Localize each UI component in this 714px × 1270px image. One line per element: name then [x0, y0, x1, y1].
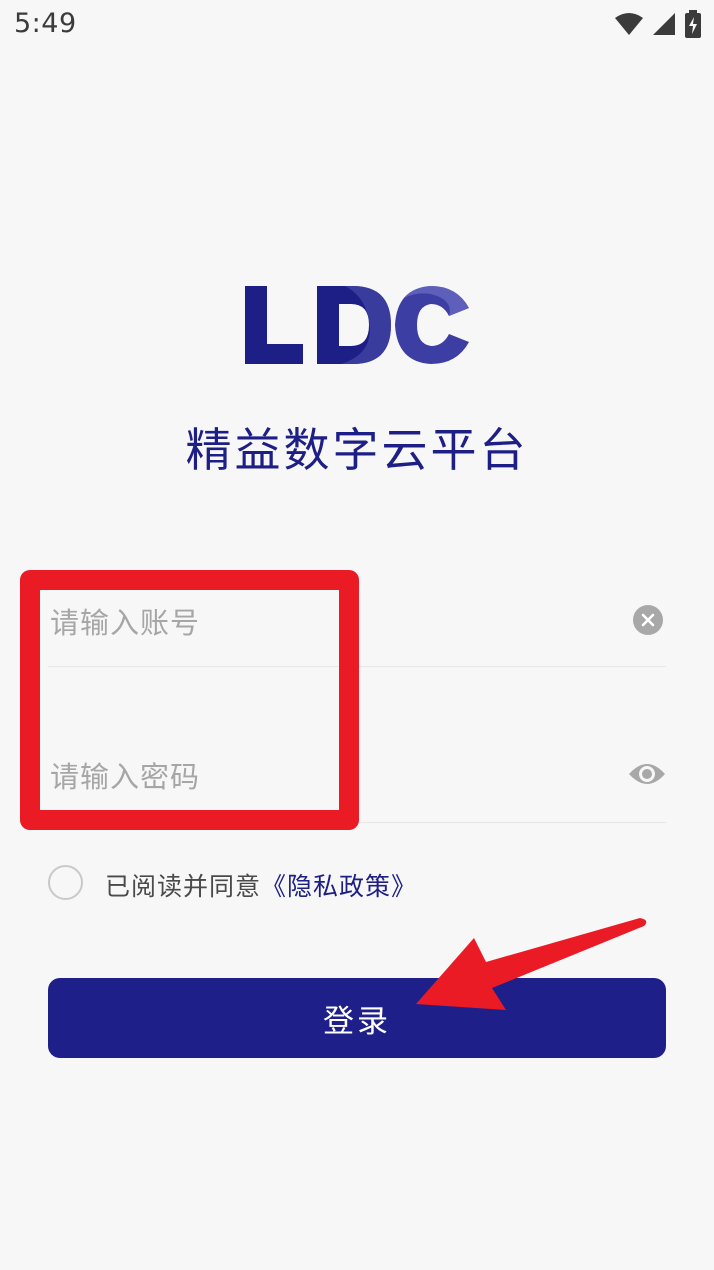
ldc-logo [241, 282, 473, 368]
privacy-text: 已阅读并同意《隐私政策》 [105, 867, 417, 903]
clear-icon[interactable] [633, 605, 663, 635]
login-button[interactable]: 登录 [48, 978, 666, 1058]
agree-radio[interactable] [48, 865, 83, 900]
status-bar: 5:49 [0, 0, 714, 48]
privacy-prefix: 已阅读并同意 [105, 872, 262, 901]
privacy-policy-link[interactable]: 《隐私政策》 [261, 872, 417, 901]
status-icons [614, 10, 702, 38]
battery-icon [684, 10, 702, 38]
status-time: 5:49 [14, 8, 77, 39]
highlight-box [20, 570, 359, 830]
wifi-icon [614, 12, 644, 36]
eye-icon[interactable] [628, 760, 666, 788]
app-title: 精益数字云平台 [185, 423, 529, 477]
privacy-agreement: 已阅读并同意《隐私政策》 [48, 863, 548, 901]
login-screen: 5:49 精益数字云平台 请输入账号 请输入密码 已阅读并同意《隐私政策》 登录 [0, 0, 714, 1270]
signal-icon [652, 12, 676, 36]
